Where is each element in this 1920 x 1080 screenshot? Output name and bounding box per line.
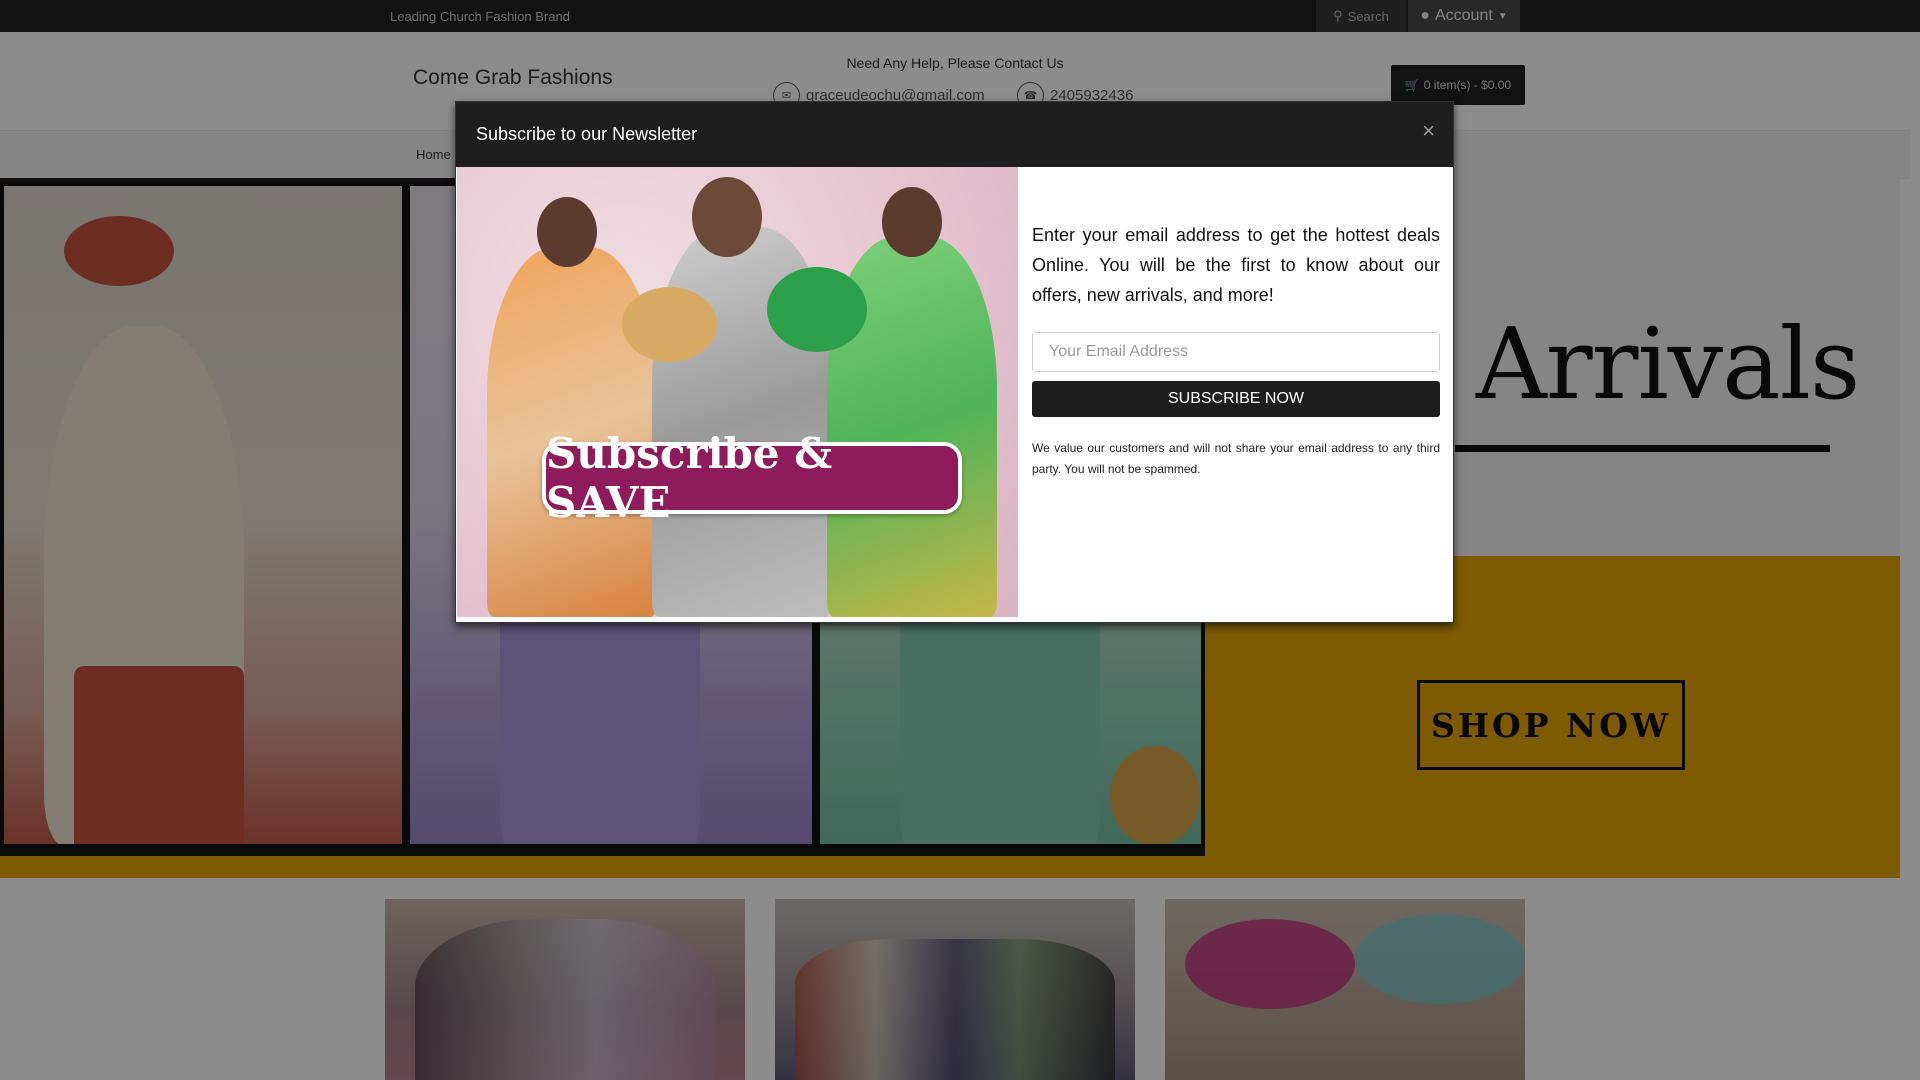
privacy-note: We value our customers and will not shar… [1032, 441, 1440, 476]
subscribe-promo-image: Subscribe & SAVE [457, 167, 1018, 617]
promo-badge: Subscribe & SAVE [542, 429, 962, 527]
email-field[interactable] [1032, 332, 1440, 372]
newsletter-modal: Subscribe to our Newsletter × Subscribe … [455, 101, 1454, 623]
modal-header: Subscribe to our Newsletter × [456, 102, 1453, 167]
newsletter-intro: Enter your email address to get the hott… [1032, 225, 1440, 305]
subscribe-button[interactable]: SUBSCRIBE NOW [1032, 381, 1440, 417]
modal-body: Enter your email address to get the hott… [1032, 220, 1440, 480]
modal-title: Subscribe to our Newsletter [476, 124, 698, 144]
close-icon[interactable]: × [1422, 120, 1435, 142]
